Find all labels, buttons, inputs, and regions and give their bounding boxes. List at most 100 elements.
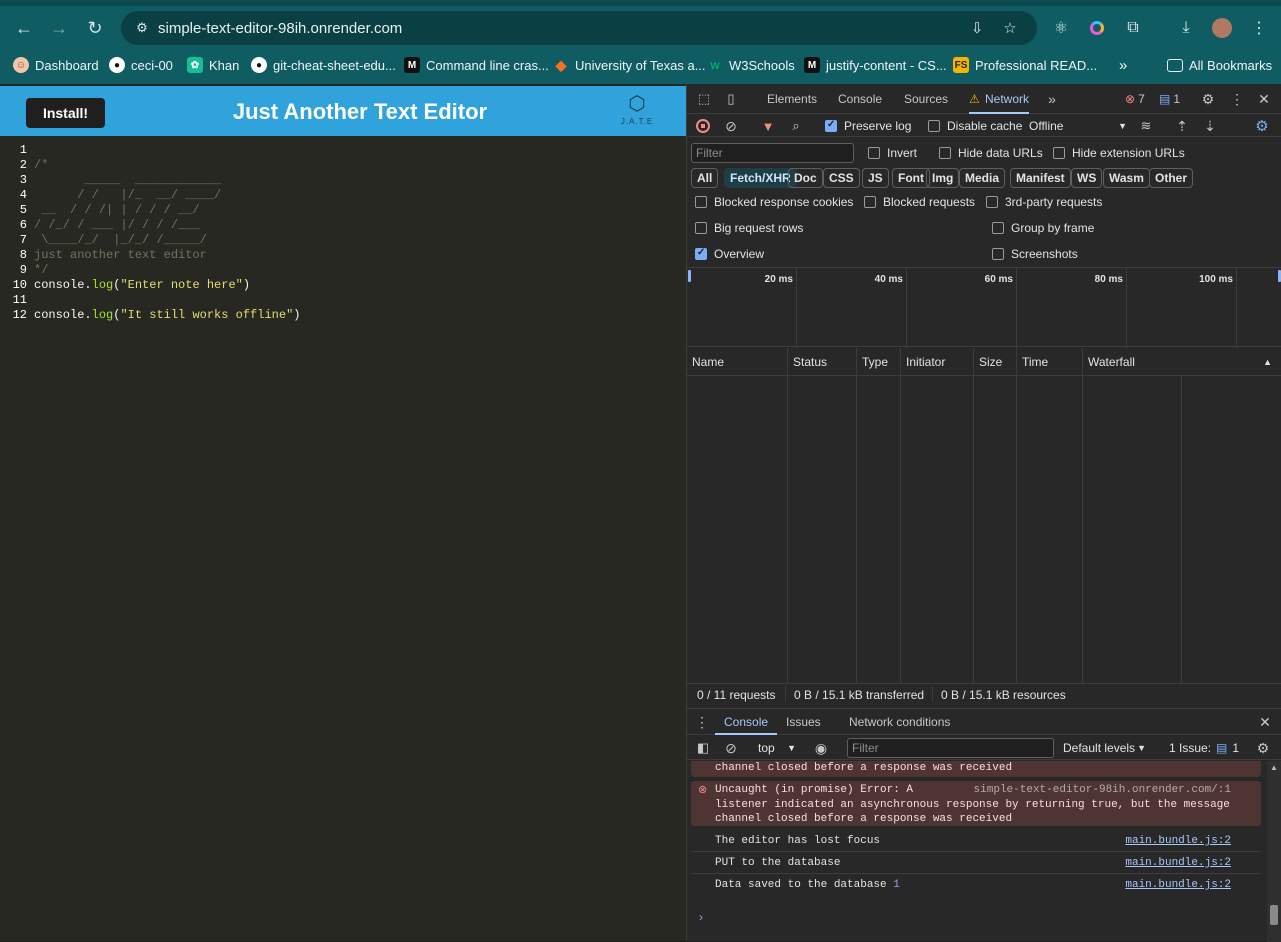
close-drawer-icon[interactable]: ✕ [1257, 714, 1273, 730]
scroll-up-icon[interactable]: ▲ [1270, 763, 1278, 772]
sidebar-toggle-icon[interactable]: ◧ [695, 740, 711, 756]
extensions-icon[interactable]: ⧉ [1123, 18, 1143, 38]
all-bookmarks[interactable]: All Bookmarks [1167, 53, 1272, 77]
filter-chip-media[interactable]: Media [959, 168, 1006, 188]
back-arrow-icon[interactable]: ← [8, 11, 40, 45]
bookmark-w3schools[interactable]: w W3Schools [707, 53, 794, 77]
scrollbar-thumb[interactable] [1270, 905, 1278, 925]
more-tabs-chevron-icon[interactable]: » [1044, 90, 1060, 108]
editor-line[interactable]: 6 / /_/ / ___ |/ / / /___ [0, 218, 686, 233]
throttling-select[interactable]: Offline ▼ [1029, 119, 1127, 133]
column-name[interactable]: Name [687, 348, 788, 376]
editor-line[interactable]: 8 just another text editor [0, 248, 686, 263]
timeline-left-handle[interactable] [688, 270, 691, 282]
device-toolbar-icon[interactable]: ▯ [722, 90, 740, 108]
console-log-message[interactable]: The editor has lost focus main.bundle.js:… [691, 830, 1261, 852]
filter-chip-other[interactable]: Other [1149, 168, 1194, 188]
network-settings-gear-icon[interactable]: ⚙ [1253, 118, 1271, 135]
editor-line[interactable]: 4 / / |/_ __/ ____/ [0, 188, 686, 203]
tab-console[interactable]: Console [838, 84, 882, 114]
filter-chip-fetch-xhr[interactable]: Fetch/XHR [724, 168, 797, 188]
bookmark-justify-content[interactable]: Mjustify-content - CS... [804, 53, 947, 77]
import-har-icon[interactable]: ⇡ [1174, 118, 1190, 134]
log-source-link[interactable]: main.bundle.js:2 [1125, 830, 1231, 852]
filter-chip-manifest[interactable]: Manifest [1010, 168, 1071, 188]
bookmark-professional-readme[interactable]: FS Professional READ... [953, 53, 1097, 77]
preserve-log-checkbox[interactable]: Preserve log [825, 119, 911, 133]
color-picker-icon[interactable] [1087, 18, 1107, 38]
filter-chip-js[interactable]: JS [862, 168, 889, 188]
code-editor[interactable]: 1 2/* 3 _____ ____________ 4 / / |/_ __/ __… [0, 139, 686, 941]
console-error-message[interactable]: channel closed before a response was rec… [691, 761, 1261, 777]
editor-line[interactable]: 12 console.log("It still works offline") [0, 308, 686, 323]
filter-chip-img[interactable]: Img [926, 168, 960, 188]
downloads-icon[interactable]: ⤓ [1176, 18, 1196, 38]
third-party-requests-checkbox[interactable]: 3rd-party requests [986, 195, 1102, 209]
console-scrollbar[interactable]: ▲ [1267, 761, 1281, 942]
forward-arrow-icon[interactable]: → [43, 11, 75, 45]
blocked-requests-checkbox[interactable]: Blocked requests [864, 195, 975, 209]
filter-chip-ws[interactable]: WS [1071, 168, 1103, 188]
column-type[interactable]: Type [857, 348, 901, 376]
hide-data-urls-checkbox[interactable]: Hide data URLs [939, 146, 1043, 160]
tab-sources[interactable]: Sources [904, 84, 948, 114]
message-counter[interactable]: ▤ 1 [1159, 91, 1180, 107]
invert-checkbox[interactable]: Invert [868, 146, 917, 160]
clear-icon[interactable]: ⊘ [723, 118, 739, 134]
tab-network[interactable]: ⚠ Network [969, 84, 1030, 114]
console-error-message[interactable]: ⊗ Uncaught (in promise) Error: A simple-… [691, 781, 1261, 826]
editor-line[interactable]: 9 */ [0, 263, 686, 278]
filter-funnel-icon[interactable]: ▼ [760, 118, 776, 134]
kebab-menu-icon[interactable]: ⋮ [1228, 90, 1246, 108]
bookmark-khan[interactable]: ✿ Khan [187, 53, 239, 77]
editor-line[interactable]: 7 \____/_/ |_/_/ /_____/ [0, 233, 686, 248]
network-conditions-wifi-icon[interactable]: ≋ [1137, 118, 1155, 134]
filter-input[interactable]: Filter [691, 143, 854, 163]
live-expression-eye-icon[interactable]: ◉ [811, 740, 831, 756]
issues-counter[interactable]: 1 Issue: ▤ 1 [1169, 741, 1239, 755]
column-time[interactable]: Time [1017, 348, 1083, 376]
install-app-icon[interactable]: ⇩ [967, 18, 987, 38]
group-by-frame-checkbox[interactable]: Group by frame [992, 221, 1094, 235]
log-levels-select[interactable]: Default levels ▼ [1063, 741, 1146, 755]
hide-extension-urls-checkbox[interactable]: Hide extension URLs [1053, 146, 1185, 160]
drawer-tab-issues[interactable]: Issues [786, 709, 821, 735]
reload-icon[interactable]: ↻ [79, 11, 111, 45]
bookmark-star-icon[interactable]: ☆ [1000, 18, 1020, 38]
more-bookmarks-chevron-icon[interactable]: » [1119, 53, 1127, 77]
editor-line[interactable]: 3 _____ ____________ [0, 173, 686, 188]
editor-line[interactable]: 11 [0, 293, 686, 308]
search-icon[interactable]: ⌕ [788, 118, 804, 134]
log-source-link[interactable]: main.bundle.js:2 [1125, 874, 1231, 896]
console-filter-input[interactable]: Filter [847, 738, 1054, 758]
network-overview-timeline[interactable]: 20 ms 40 ms 60 ms 80 ms 100 ms [687, 267, 1281, 348]
editor-line[interactable]: 10 console.log("Enter note here") [0, 278, 686, 293]
console-log-message[interactable]: PUT to the database main.bundle.js:2 [691, 852, 1261, 874]
context-select[interactable]: top ▼ [758, 741, 796, 755]
column-waterfall[interactable]: Waterfall ▲ [1083, 348, 1281, 376]
inspect-element-icon[interactable]: ⬚ [695, 90, 713, 108]
address-bar[interactable]: ⚙ simple-text-editor-98ih.onrender.com ⇩… [121, 11, 1037, 45]
react-devtools-icon[interactable]: ⚛ [1051, 18, 1071, 38]
filter-chip-wasm[interactable]: Wasm [1103, 168, 1150, 188]
clear-console-icon[interactable]: ⊘ [723, 740, 739, 756]
filter-chip-css[interactable]: CSS [823, 168, 860, 188]
record-stop-icon[interactable] [695, 118, 711, 134]
filter-chip-all[interactable]: All [691, 168, 719, 188]
bookmark-git-cheat-sheet[interactable]: ● git-cheat-sheet-edu... [251, 53, 396, 77]
disable-cache-checkbox[interactable]: Disable cache [928, 119, 1022, 133]
blocked-response-cookies-checkbox[interactable]: Blocked response cookies [695, 195, 853, 209]
close-devtools-icon[interactable]: ✕ [1255, 90, 1273, 108]
url-text[interactable]: simple-text-editor-98ih.onrender.com [158, 20, 402, 37]
settings-gear-icon[interactable]: ⚙ [1199, 90, 1217, 108]
column-status[interactable]: Status [788, 348, 857, 376]
site-info-icon[interactable]: ⚙ [133, 19, 151, 37]
editor-line[interactable]: 5 __ / / /| | / / / __/ [0, 203, 686, 218]
drawer-menu-icon[interactable]: ⋮ [695, 714, 709, 730]
bookmark-dashboard[interactable]: ☺ Dashboard [13, 53, 99, 77]
bookmark-ceci-00[interactable]: ● ceci-00 [109, 53, 173, 77]
tab-elements[interactable]: Elements [767, 84, 817, 114]
filter-chip-font[interactable]: Font [892, 168, 930, 188]
console-prompt-chevron-icon[interactable]: › [699, 910, 703, 924]
editor-line[interactable]: 2 /* [0, 158, 686, 173]
